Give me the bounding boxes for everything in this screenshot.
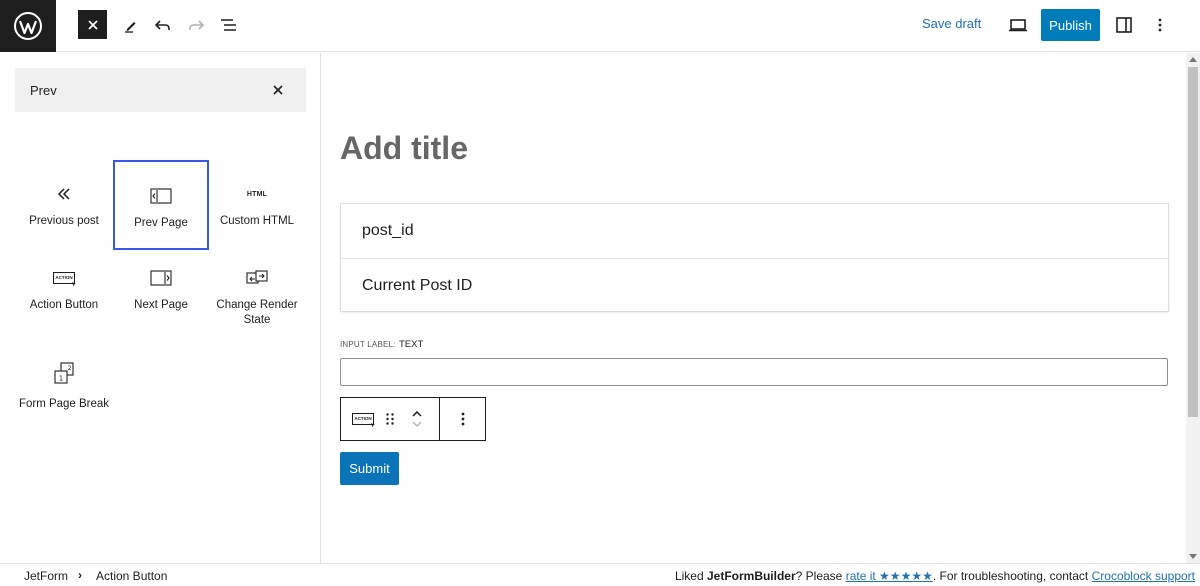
preview-button[interactable] (1003, 10, 1033, 40)
support-link[interactable]: Crocoblock support (1092, 569, 1195, 583)
desktop-preview-icon (1009, 19, 1027, 32)
more-options-icon (1158, 18, 1162, 32)
close-icon (87, 19, 98, 30)
svg-text:2: 2 (68, 365, 72, 372)
search-value: Prev (30, 82, 57, 98)
note-text: ? Please (795, 569, 846, 583)
block-label: Custom HTML (219, 215, 295, 227)
action-button-icon: ACTION (352, 413, 375, 428)
block-toolbar: ACTION (340, 397, 486, 441)
breadcrumb-jetform[interactable]: JetForm (24, 569, 68, 583)
option-row[interactable]: Current Post ID (341, 258, 1168, 312)
form-page-break-icon: 1 2 (16, 361, 112, 387)
editor-canvas: Add title post_id Current Post ID INPUT … (322, 53, 1186, 563)
footer-note: Liked JetFormBuilder? Please rate it ★★★… (675, 569, 1195, 583)
block-change-render-state[interactable]: Change Render State (209, 244, 305, 334)
block-label: Prev Page (134, 217, 188, 229)
list-view-icon (221, 19, 236, 31)
drag-handle[interactable] (381, 398, 399, 440)
block-options-button[interactable] (440, 398, 485, 440)
next-page-icon (113, 268, 209, 288)
option-row[interactable]: post_id (341, 204, 1168, 258)
block-label: Previous post (29, 215, 99, 227)
wordpress-logo-icon (14, 12, 42, 40)
input-label: INPUT LABEL: (340, 340, 396, 349)
settings-sidebar-button[interactable] (1109, 10, 1139, 40)
block-label: Next Page (134, 299, 188, 311)
action-button-icon: ACTION (16, 268, 112, 288)
publish-button[interactable]: Publish (1041, 9, 1100, 41)
redo-icon (189, 20, 205, 30)
submit-button[interactable]: Submit (340, 452, 399, 485)
block-action-button[interactable]: ACTION Action Button (16, 244, 112, 334)
scroll-thumb[interactable] (1188, 67, 1198, 417)
breadcrumb-separator: › (78, 568, 82, 582)
note-text: Liked (674, 569, 707, 583)
tools-button[interactable] (116, 10, 146, 40)
more-options-icon (461, 412, 464, 426)
change-render-state-icon (209, 268, 305, 288)
undo-button[interactable] (148, 10, 178, 40)
brand-name: JetFormBuilder (706, 569, 796, 583)
clear-search-icon[interactable] (270, 82, 286, 98)
input-type-label[interactable]: TEXT (399, 339, 423, 350)
move-up-icon[interactable] (411, 409, 423, 419)
pencil-icon (125, 22, 136, 33)
move-down-icon[interactable] (411, 419, 423, 429)
block-custom-html[interactable]: HTML Custom HTML (209, 160, 305, 250)
chevrons-left-icon (16, 184, 112, 204)
move-buttons (405, 398, 429, 440)
text-field[interactable] (340, 358, 1168, 386)
editor-scrollbar[interactable] (1186, 53, 1200, 563)
breadcrumb-action-button[interactable]: Action Button (96, 569, 167, 583)
html-icon: HTML (246, 190, 268, 198)
prev-page-icon (115, 186, 207, 206)
block-label: Change Render State (216, 299, 298, 326)
more-options-button[interactable] (1145, 10, 1175, 40)
scroll-up-arrow[interactable] (1189, 57, 1197, 62)
editor-header: Save draft Publish (0, 0, 1200, 52)
block-next-page[interactable]: Next Page (113, 244, 209, 334)
block-type-button[interactable]: ACTION (349, 398, 377, 440)
block-label: Form Page Break (18, 398, 110, 410)
undo-icon (154, 20, 170, 30)
post-title[interactable]: Add title (340, 130, 468, 167)
rate-link[interactable]: rate it ★★★★★ (846, 569, 933, 583)
options-list: post_id Current Post ID (340, 203, 1169, 312)
block-search-input[interactable]: Prev (15, 68, 306, 112)
drag-handle-icon (386, 413, 394, 425)
list-view-button[interactable] (214, 10, 244, 40)
wordpress-logo[interactable] (0, 0, 56, 52)
block-form-page-break[interactable]: 1 2 Form Page Break (16, 343, 112, 433)
save-draft-button[interactable]: Save draft (922, 16, 981, 31)
redo-button[interactable] (181, 10, 211, 40)
block-inserter-panel: Prev Previous post Prev Page HTML Custom… (0, 53, 321, 563)
block-label: Action Button (29, 299, 99, 311)
svg-text:1: 1 (59, 375, 63, 383)
editor-footer: JetForm › Action Button Liked JetFormBui… (0, 563, 1200, 586)
sidebar-toggle-icon (1116, 17, 1132, 33)
note-text: . For troubleshooting, contact (932, 569, 1092, 583)
block-previous-post[interactable]: Previous post (16, 160, 112, 250)
block-prev-page[interactable]: Prev Page (113, 160, 209, 250)
scroll-down-arrow[interactable] (1189, 554, 1197, 559)
close-inserter-button[interactable] (78, 10, 107, 39)
